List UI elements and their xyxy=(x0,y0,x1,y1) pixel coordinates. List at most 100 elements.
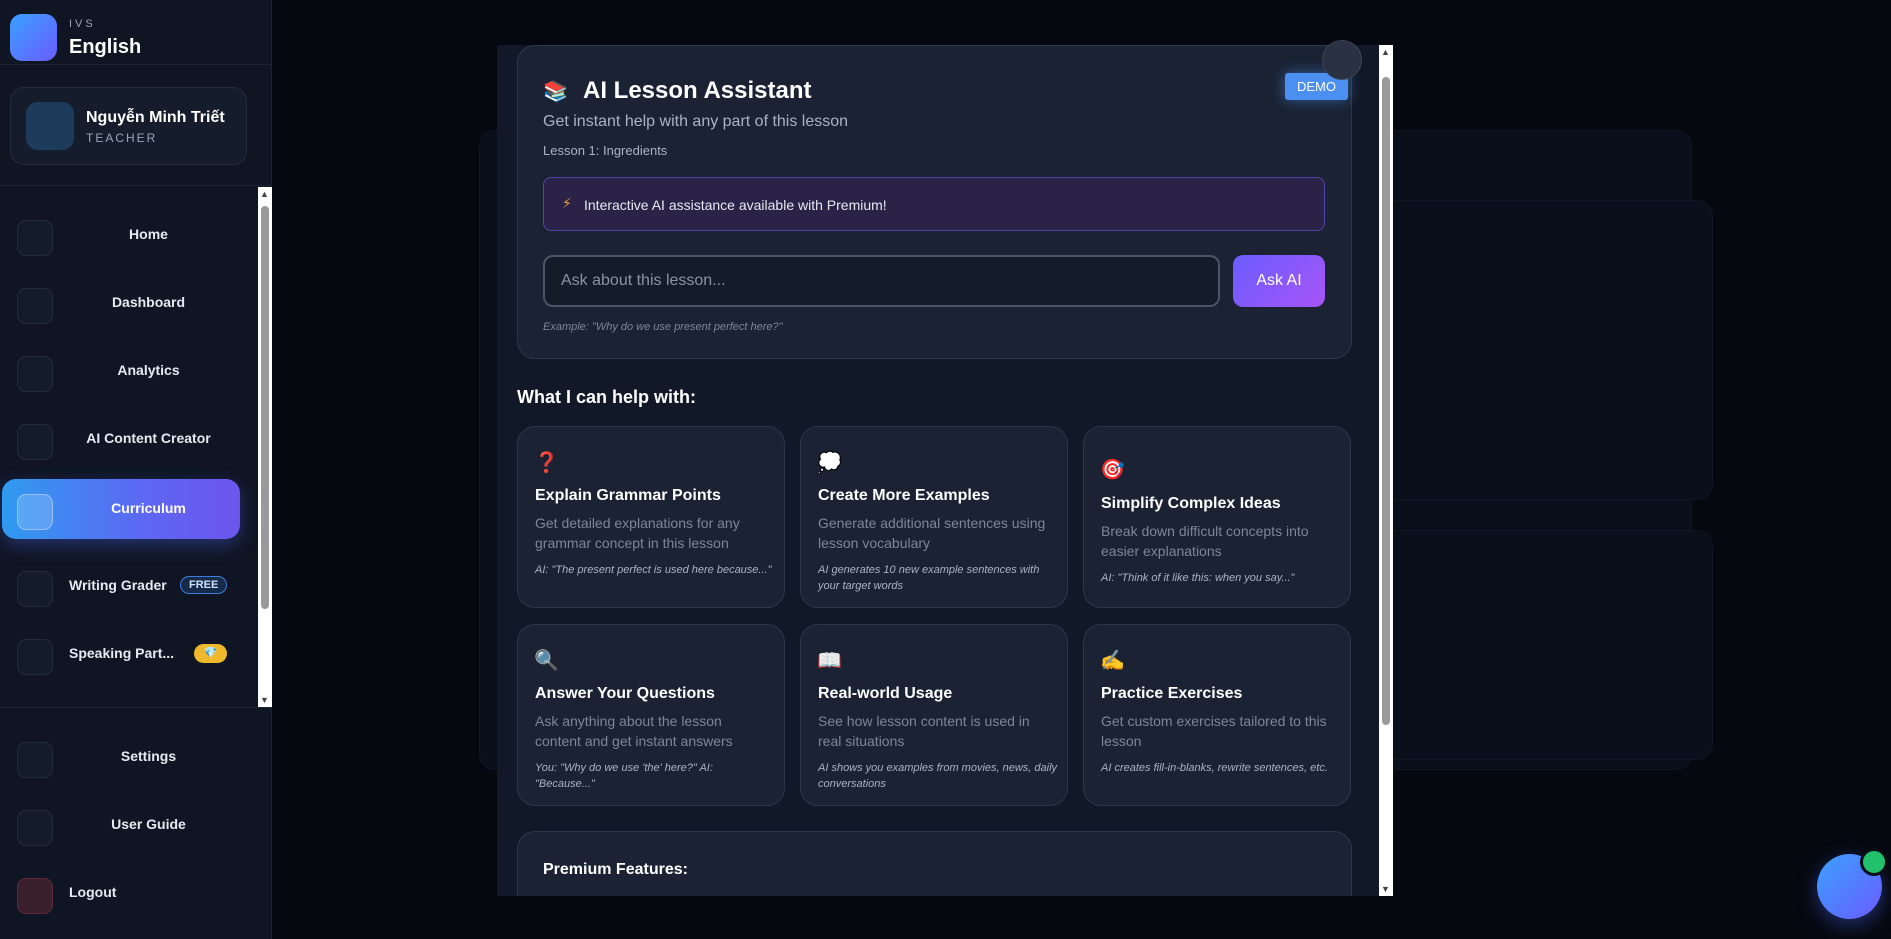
curriculum-icon xyxy=(17,494,53,530)
sidebar-scrollbar[interactable]: ▲ ▼ xyxy=(258,187,272,707)
feature-example: AI generates 10 new example sentences wi… xyxy=(818,564,1040,592)
home-icon xyxy=(17,220,53,256)
brand-logo xyxy=(10,14,57,61)
scroll-down-icon[interactable]: ▼ xyxy=(1381,884,1390,894)
feature-card-practice-exercises[interactable]: ✍️ Practice Exercises Get custom exercis… xyxy=(1083,624,1351,806)
avatar xyxy=(26,102,74,150)
settings-icon xyxy=(17,742,53,778)
sidebar-item-label: Curriculum xyxy=(111,500,186,516)
sidebar-item-home[interactable]: Home xyxy=(2,205,240,265)
premium-promo-banner: ⚡ Interactive AI assistance available wi… xyxy=(543,177,1325,231)
feature-description: Get detailed explanations for any gramma… xyxy=(535,515,740,551)
feature-example: AI: "The present perfect is used here be… xyxy=(535,564,772,576)
feature-title: Explain Grammar Points xyxy=(535,487,721,504)
divider xyxy=(0,185,272,186)
sidebar-item-user-guide[interactable]: User Guide xyxy=(2,795,240,855)
assistant-subtitle: Get instant help with any part of this l… xyxy=(543,113,849,130)
scrollbar-thumb[interactable] xyxy=(261,206,269,609)
feature-description: Get custom exercises tailored to this le… xyxy=(1101,713,1327,749)
premium-features-card: Premium Features: xyxy=(517,831,1352,896)
logout-icon xyxy=(17,878,53,914)
question-icon: ❓ xyxy=(534,452,559,474)
premium-gem-badge: 💎 xyxy=(194,644,227,663)
free-badge: FREE xyxy=(180,576,228,594)
feature-title: Simplify Complex Ideas xyxy=(1101,495,1281,512)
feature-example: AI: "Think of it like this: when you say… xyxy=(1101,572,1295,584)
divider xyxy=(0,707,272,708)
premium-features-title: Premium Features: xyxy=(543,861,688,878)
magnifier-icon: 🔍 xyxy=(534,650,559,672)
writing-hand-icon: ✍️ xyxy=(1100,650,1125,672)
dashboard-icon xyxy=(17,288,53,324)
sidebar-item-curriculum[interactable]: Curriculum xyxy=(2,479,240,539)
modal-scrollbar[interactable]: ▲ ▼ xyxy=(1379,45,1393,896)
feature-card-answer-questions[interactable]: 🔍 Answer Your Questions Ask anything abo… xyxy=(517,624,785,806)
thought-bubble-icon: 💭 xyxy=(817,452,842,474)
target-icon: 🎯 xyxy=(1100,459,1125,481)
sidebar-item-logout[interactable]: Logout xyxy=(2,863,240,923)
sidebar-item-settings[interactable]: Settings xyxy=(2,727,240,787)
ask-lesson-input[interactable] xyxy=(543,255,1220,307)
feature-title: Practice Exercises xyxy=(1101,685,1243,702)
sidebar-item-label: Logout xyxy=(69,884,117,900)
sidebar-item-label: Writing Grader xyxy=(69,577,167,593)
feature-example: AI shows you examples from movies, news,… xyxy=(818,762,1058,790)
ask-ai-button[interactable]: Ask AI xyxy=(1233,255,1325,307)
brand[interactable]: IVS English xyxy=(10,14,260,62)
scrollbar-thumb[interactable] xyxy=(1382,77,1390,725)
sidebar-item-label: Settings xyxy=(120,748,177,764)
bolt-icon: ⚡ xyxy=(562,195,572,211)
writing-icon xyxy=(17,571,53,607)
sidebar-item-ai-content-creator[interactable]: AI Content Creator xyxy=(2,409,240,469)
sidebar-item-speaking-part[interactable]: Speaking Part... 💎 xyxy=(2,624,240,684)
feature-description: Break down difficult concepts into easie… xyxy=(1101,523,1309,559)
feature-card-create-examples[interactable]: 💭 Create More Examples Generate addition… xyxy=(800,426,1068,608)
feature-card-explain-grammar[interactable]: ❓ Explain Grammar Points Get detailed ex… xyxy=(517,426,785,608)
online-status-dot xyxy=(1860,848,1888,876)
nav-list: Home Dashboard Analytics AI Content Crea… xyxy=(0,187,272,707)
close-modal-button[interactable] xyxy=(1322,40,1362,80)
sidebar-item-label: AI Content Creator xyxy=(86,430,211,446)
sidebar-item-label: Dashboard xyxy=(111,294,186,310)
feature-card-real-world-usage[interactable]: 📖 Real-world Usage See how lesson conten… xyxy=(800,624,1068,806)
sidebar-item-label: Home xyxy=(129,226,168,242)
speaking-icon xyxy=(17,639,53,675)
books-icon: 📚 xyxy=(543,81,568,103)
lesson-name: Lesson 1: Ingredients xyxy=(543,143,668,158)
sidebar-item-dashboard[interactable]: Dashboard xyxy=(2,273,240,333)
feature-description: See how lesson content is used in real s… xyxy=(818,713,1030,749)
user-name: Nguyễn Minh Triết xyxy=(86,109,225,126)
assistant-title: AI Lesson Assistant xyxy=(583,77,812,104)
feature-example: AI creates fill-in-blanks, rewrite sente… xyxy=(1101,762,1328,774)
ai-content-icon xyxy=(17,424,53,460)
help-heading: What I can help with: xyxy=(517,387,696,407)
feature-description: Generate additional sentences using less… xyxy=(818,515,1046,551)
sidebar-item-label: Analytics xyxy=(117,362,180,378)
guide-icon xyxy=(17,810,53,846)
divider xyxy=(0,64,272,65)
open-book-icon: 📖 xyxy=(817,650,842,672)
brand-title: English xyxy=(69,36,142,58)
user-role: TEACHER xyxy=(86,131,158,145)
scroll-down-icon[interactable]: ▼ xyxy=(260,695,269,705)
assistant-header-card: 📚 AI Lesson Assistant DEMO Get instant h… xyxy=(517,45,1352,359)
feature-title: Answer Your Questions xyxy=(535,685,715,702)
analytics-icon xyxy=(17,356,53,392)
brand-sub: IVS xyxy=(69,18,96,30)
sidebar-item-label: Speaking Part... xyxy=(69,645,175,661)
ai-assistant-modal: 📚 AI Lesson Assistant DEMO Get instant h… xyxy=(497,45,1393,896)
scroll-up-icon[interactable]: ▲ xyxy=(1381,47,1390,57)
feature-title: Real-world Usage xyxy=(818,685,953,702)
feature-title: Create More Examples xyxy=(818,487,990,504)
feature-card-simplify-ideas[interactable]: 🎯 Simplify Complex Ideas Break down diff… xyxy=(1083,426,1351,608)
ask-example-hint: Example: "Why do we use present perfect … xyxy=(543,321,783,333)
feature-description: Ask anything about the lesson content an… xyxy=(535,713,733,749)
scroll-up-icon[interactable]: ▲ xyxy=(260,189,269,199)
sidebar-item-writing-grader[interactable]: Writing Grader FREE xyxy=(2,556,240,616)
feature-example: You: "Why do we use 'the' here?" AI: "Be… xyxy=(535,762,713,790)
sidebar-item-label: User Guide xyxy=(111,816,186,832)
sidebar-item-analytics[interactable]: Analytics xyxy=(2,341,240,401)
promo-text: Interactive AI assistance available with… xyxy=(584,197,887,213)
user-card[interactable]: Nguyễn Minh Triết TEACHER xyxy=(10,87,247,165)
sidebar: IVS English Nguyễn Minh Triết TEACHER Ho… xyxy=(0,0,272,939)
